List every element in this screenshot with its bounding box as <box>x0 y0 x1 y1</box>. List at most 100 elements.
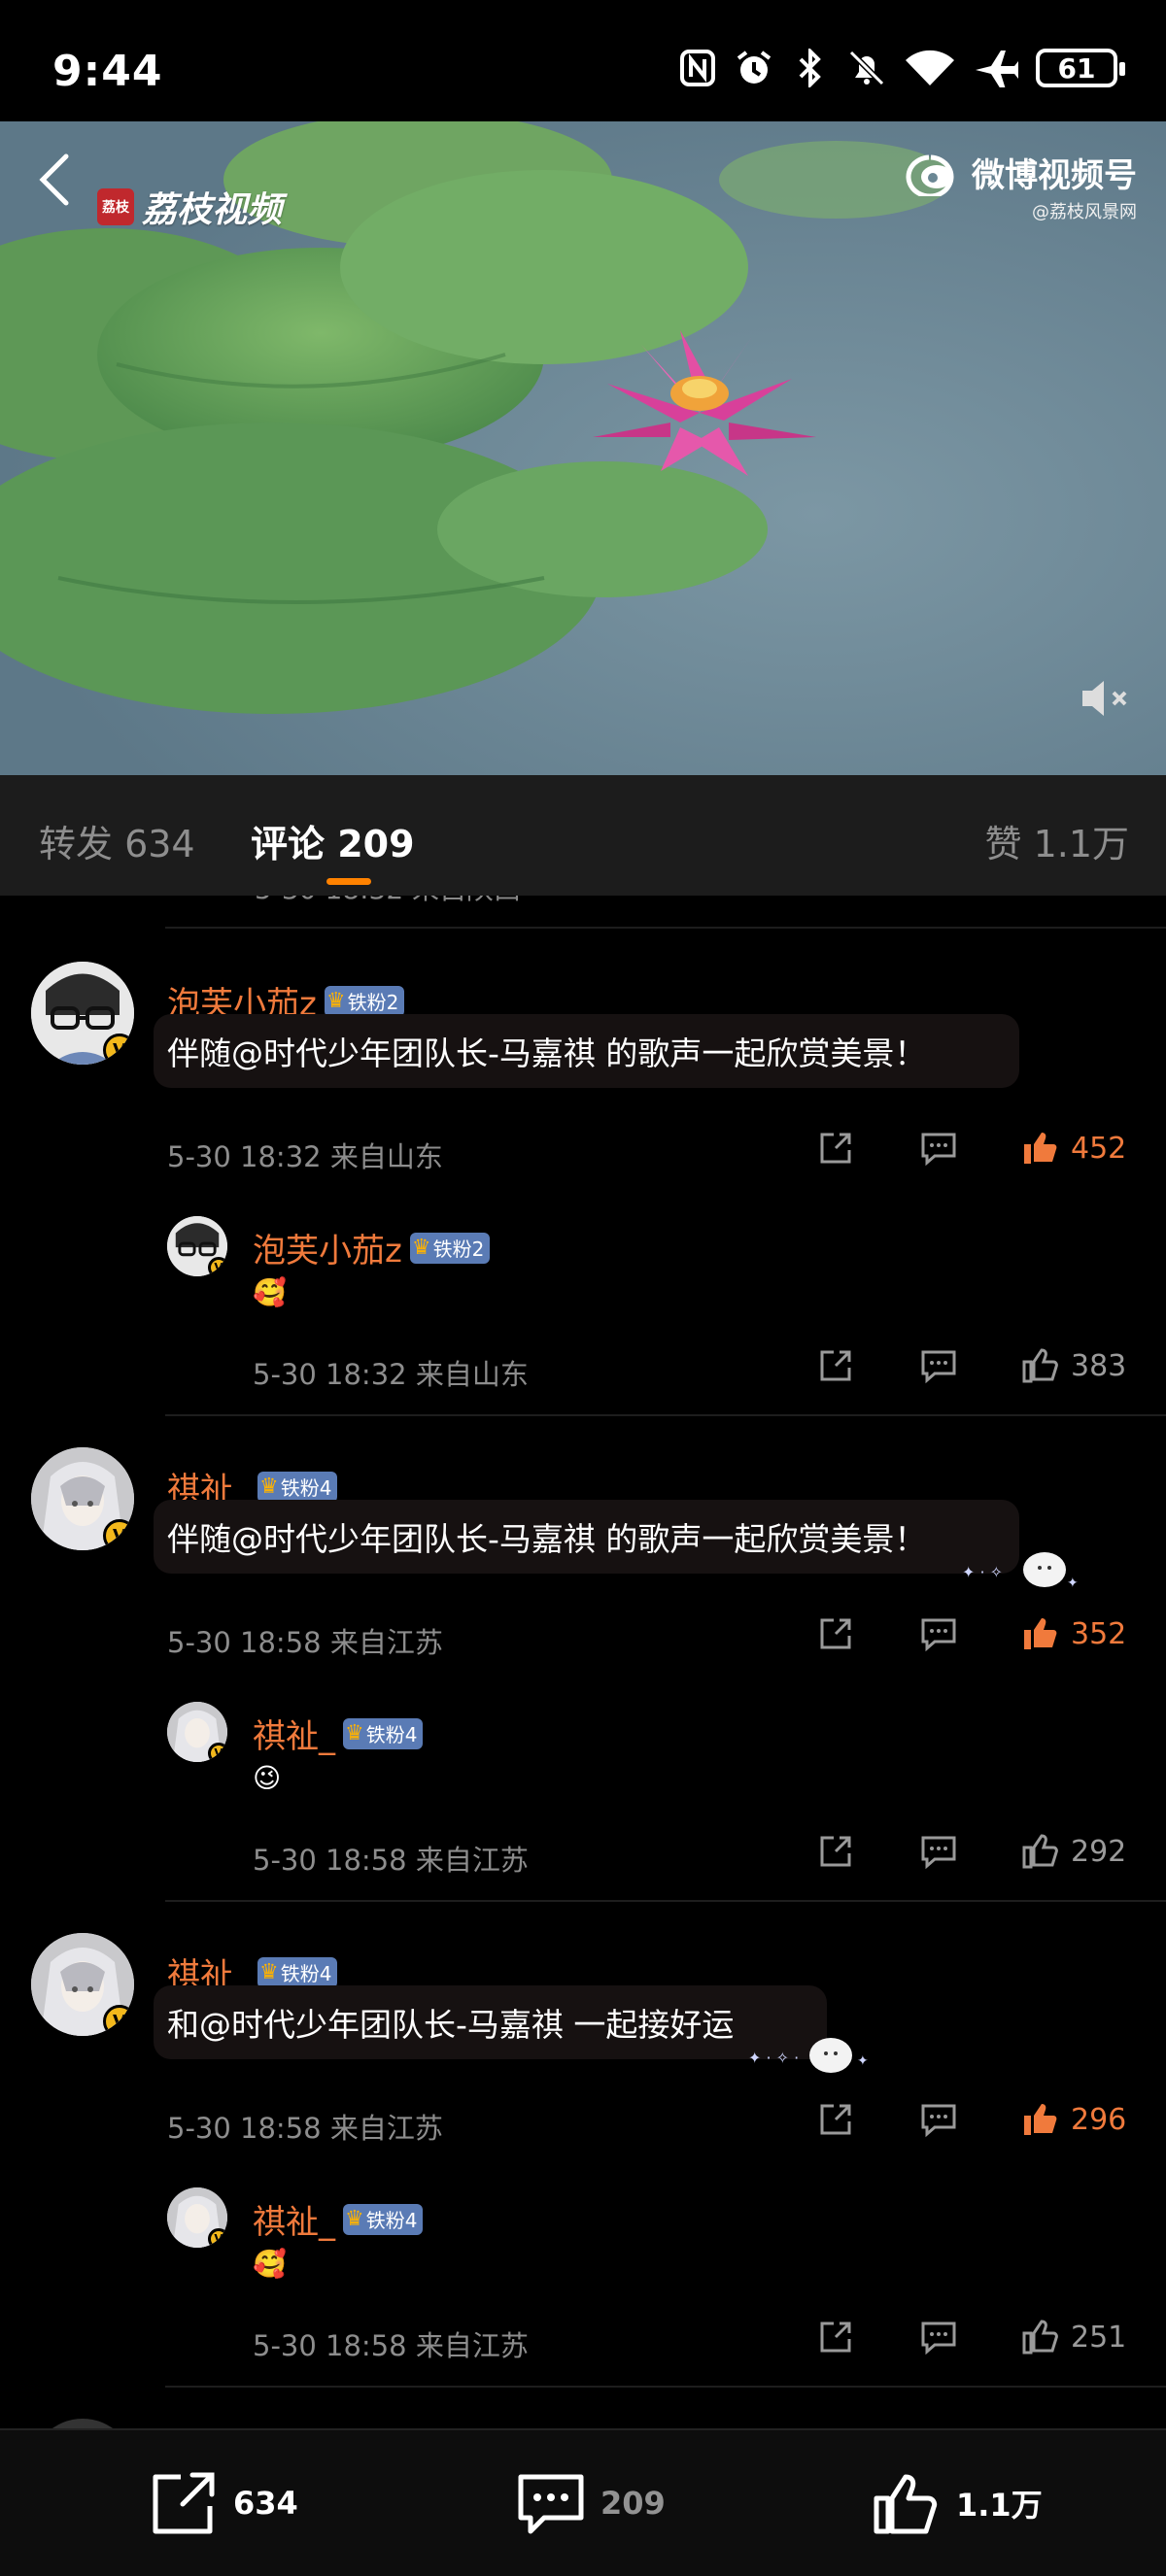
repost-count: 634 <box>233 2485 298 2522</box>
verified-badge: V <box>208 2228 227 2248</box>
crown-icon: ♛ <box>259 1960 279 1984</box>
divider <box>165 1414 1166 1416</box>
reply-emoji: 😉 <box>253 1762 282 1794</box>
verified-badge: V <box>208 1743 227 1762</box>
reply-avatar[interactable]: V <box>167 2187 227 2248</box>
reply-button[interactable] <box>919 1614 958 1653</box>
share-button[interactable] <box>816 1614 855 1653</box>
share-button[interactable] <box>816 1832 855 1871</box>
share-icon <box>820 2104 851 2135</box>
avatar[interactable]: V <box>31 1447 134 1550</box>
fan-badge: ♛ 铁粉2 <box>409 1232 491 1264</box>
reply-avatar[interactable]: V <box>167 1216 227 1276</box>
fan-badge: ♛ 铁粉4 <box>343 2203 424 2235</box>
weibo-video-watermark: 微博视频号 @荔枝风景网 <box>904 149 1137 223</box>
alarm-icon <box>735 49 773 87</box>
avatar[interactable]: V <box>31 1933 134 2036</box>
verified-badge: V <box>103 1519 134 1550</box>
wifi-icon <box>904 49 956 87</box>
comment-meta: 5-30 18:32 来自山东 <box>167 1140 443 1173</box>
tab-bar: 转发 634 评论 209 赞 1.1万 <box>0 775 1166 896</box>
thumbs-up-icon <box>1022 1348 1058 1383</box>
comment-icon <box>921 2104 956 2138</box>
comment-icon <box>921 2322 956 2356</box>
status-bar: 9:44 61 <box>0 0 1166 121</box>
avatar[interactable] <box>31 2419 134 2428</box>
like-button[interactable]: 383 <box>1020 1346 1126 1385</box>
fan-level: 铁粉4 <box>365 1723 418 1746</box>
reply-username[interactable]: 祺祉_ ♛ 铁粉4 <box>253 1710 424 1757</box>
share-button[interactable] <box>816 2100 855 2139</box>
like-button[interactable]: 251 <box>1020 2318 1126 2356</box>
like-button[interactable]: 292 <box>1020 1832 1126 1871</box>
like-count: 292 <box>1071 1834 1127 1869</box>
crown-icon: ♛ <box>411 1236 431 1260</box>
comment-meta: 5-30 18:58 来自江苏 <box>167 1626 443 1659</box>
thumbs-up-icon <box>1024 1618 1057 1649</box>
volume-mute-button[interactable] <box>1079 677 1133 720</box>
weibo-icon <box>906 154 954 196</box>
like-count: 1.1万 <box>956 2487 1043 2524</box>
share-icon <box>820 1350 851 1381</box>
cutoff-meta: 5-30 18:32 来自陕西 <box>255 896 521 907</box>
svg-text:✦ · ✧: ✦ · ✧ <box>962 1563 1003 1581</box>
comment-text: 和@时代少年团队长-马嘉祺 一起接好运 <box>154 1985 828 2059</box>
reply-emoji: 🥰 <box>253 1276 287 1308</box>
verified-badge: V <box>103 1034 134 1065</box>
share-icon <box>820 1836 851 1867</box>
like-button[interactable]: 452 <box>1020 1129 1126 1168</box>
like-count: 352 <box>1071 1616 1127 1651</box>
like-count: 251 <box>1071 2320 1127 2355</box>
like-count: 296 <box>1071 2102 1127 2137</box>
share-button[interactable] <box>816 1129 855 1168</box>
share-icon <box>820 2322 851 2353</box>
reply-meta: 5-30 18:32 来自山东 <box>253 1358 529 1391</box>
crown-icon: ♛ <box>345 2207 364 2231</box>
bottom-repost-button[interactable]: 634 <box>148 2469 298 2537</box>
share-icon <box>820 1618 851 1649</box>
fan-badge: ♛ 铁粉4 <box>257 1956 338 1988</box>
fan-badge: ♛ 铁粉4 <box>257 1471 338 1503</box>
divider <box>165 1900 1166 1902</box>
tab-comment[interactable]: 评论 209 <box>251 814 415 867</box>
username-text: 祺祉_ <box>253 2203 335 2242</box>
tab-like[interactable]: 赞 1.1万 <box>984 814 1129 867</box>
share-button[interactable] <box>816 2318 855 2356</box>
reply-username[interactable]: 祺祉_ ♛ 铁粉4 <box>253 2195 424 2243</box>
reply-meta: 5-30 18:58 来自江苏 <box>253 2329 529 2362</box>
bottom-like-button[interactable]: 1.1万 <box>871 2469 1043 2537</box>
weibo-video-handle: @荔枝风景网 <box>1032 202 1137 222</box>
comment-list[interactable]: 5-30 18:32 来自陕西 436 V 泡芙小茄z ♛铁粉2 伴随@时代少年… <box>0 896 1166 2428</box>
reply-button[interactable] <box>919 2100 958 2139</box>
sticker-decoration: ✦ · ✧ ✦ <box>962 1552 1079 1591</box>
like-button[interactable]: 352 <box>1020 1614 1126 1653</box>
share-button[interactable] <box>816 1346 855 1385</box>
airplane-icon <box>974 49 1018 87</box>
video-player[interactable]: 荔枝 荔枝视频 微博视频号 @荔枝风景网 <box>0 121 1166 775</box>
tab-repost[interactable]: 转发 634 <box>39 814 195 867</box>
username-text: 祺祉_ <box>253 1717 335 1756</box>
reply-button[interactable] <box>919 1346 958 1385</box>
bottom-comment-button[interactable]: 209 <box>515 2469 666 2537</box>
reply-button[interactable] <box>919 1832 958 1871</box>
fan-badge: ♛ 铁粉2 <box>324 985 405 1017</box>
cutoff-like-count: 436 <box>1095 896 1147 900</box>
source-logo-mark: 荔枝 <box>97 188 134 225</box>
username-text: 泡芙小茄z <box>253 1232 402 1271</box>
thumbs-up-icon <box>874 2474 938 2534</box>
thumbs-up-icon <box>1022 1834 1058 1869</box>
back-button[interactable] <box>31 151 80 209</box>
reply-button[interactable] <box>919 2318 958 2356</box>
reply-username[interactable]: 泡芙小茄z ♛ 铁粉2 <box>253 1224 491 1271</box>
fan-level: 铁粉4 <box>365 2209 418 2232</box>
avatar[interactable]: V <box>31 962 134 1065</box>
comment-icon <box>921 1618 956 1652</box>
reply-emoji: 🥰 <box>253 2248 287 2280</box>
like-button[interactable]: 296 <box>1020 2100 1126 2139</box>
sticker-decoration: ✦ · ✧ · ✦ <box>748 2038 869 2073</box>
reply-button[interactable] <box>919 1129 958 1168</box>
thumbs-up-icon <box>1024 2104 1057 2135</box>
comment-icon <box>921 1350 956 1384</box>
reply-avatar[interactable]: V <box>167 1702 227 1762</box>
weibo-video-label: 微博视频号 <box>972 156 1137 195</box>
